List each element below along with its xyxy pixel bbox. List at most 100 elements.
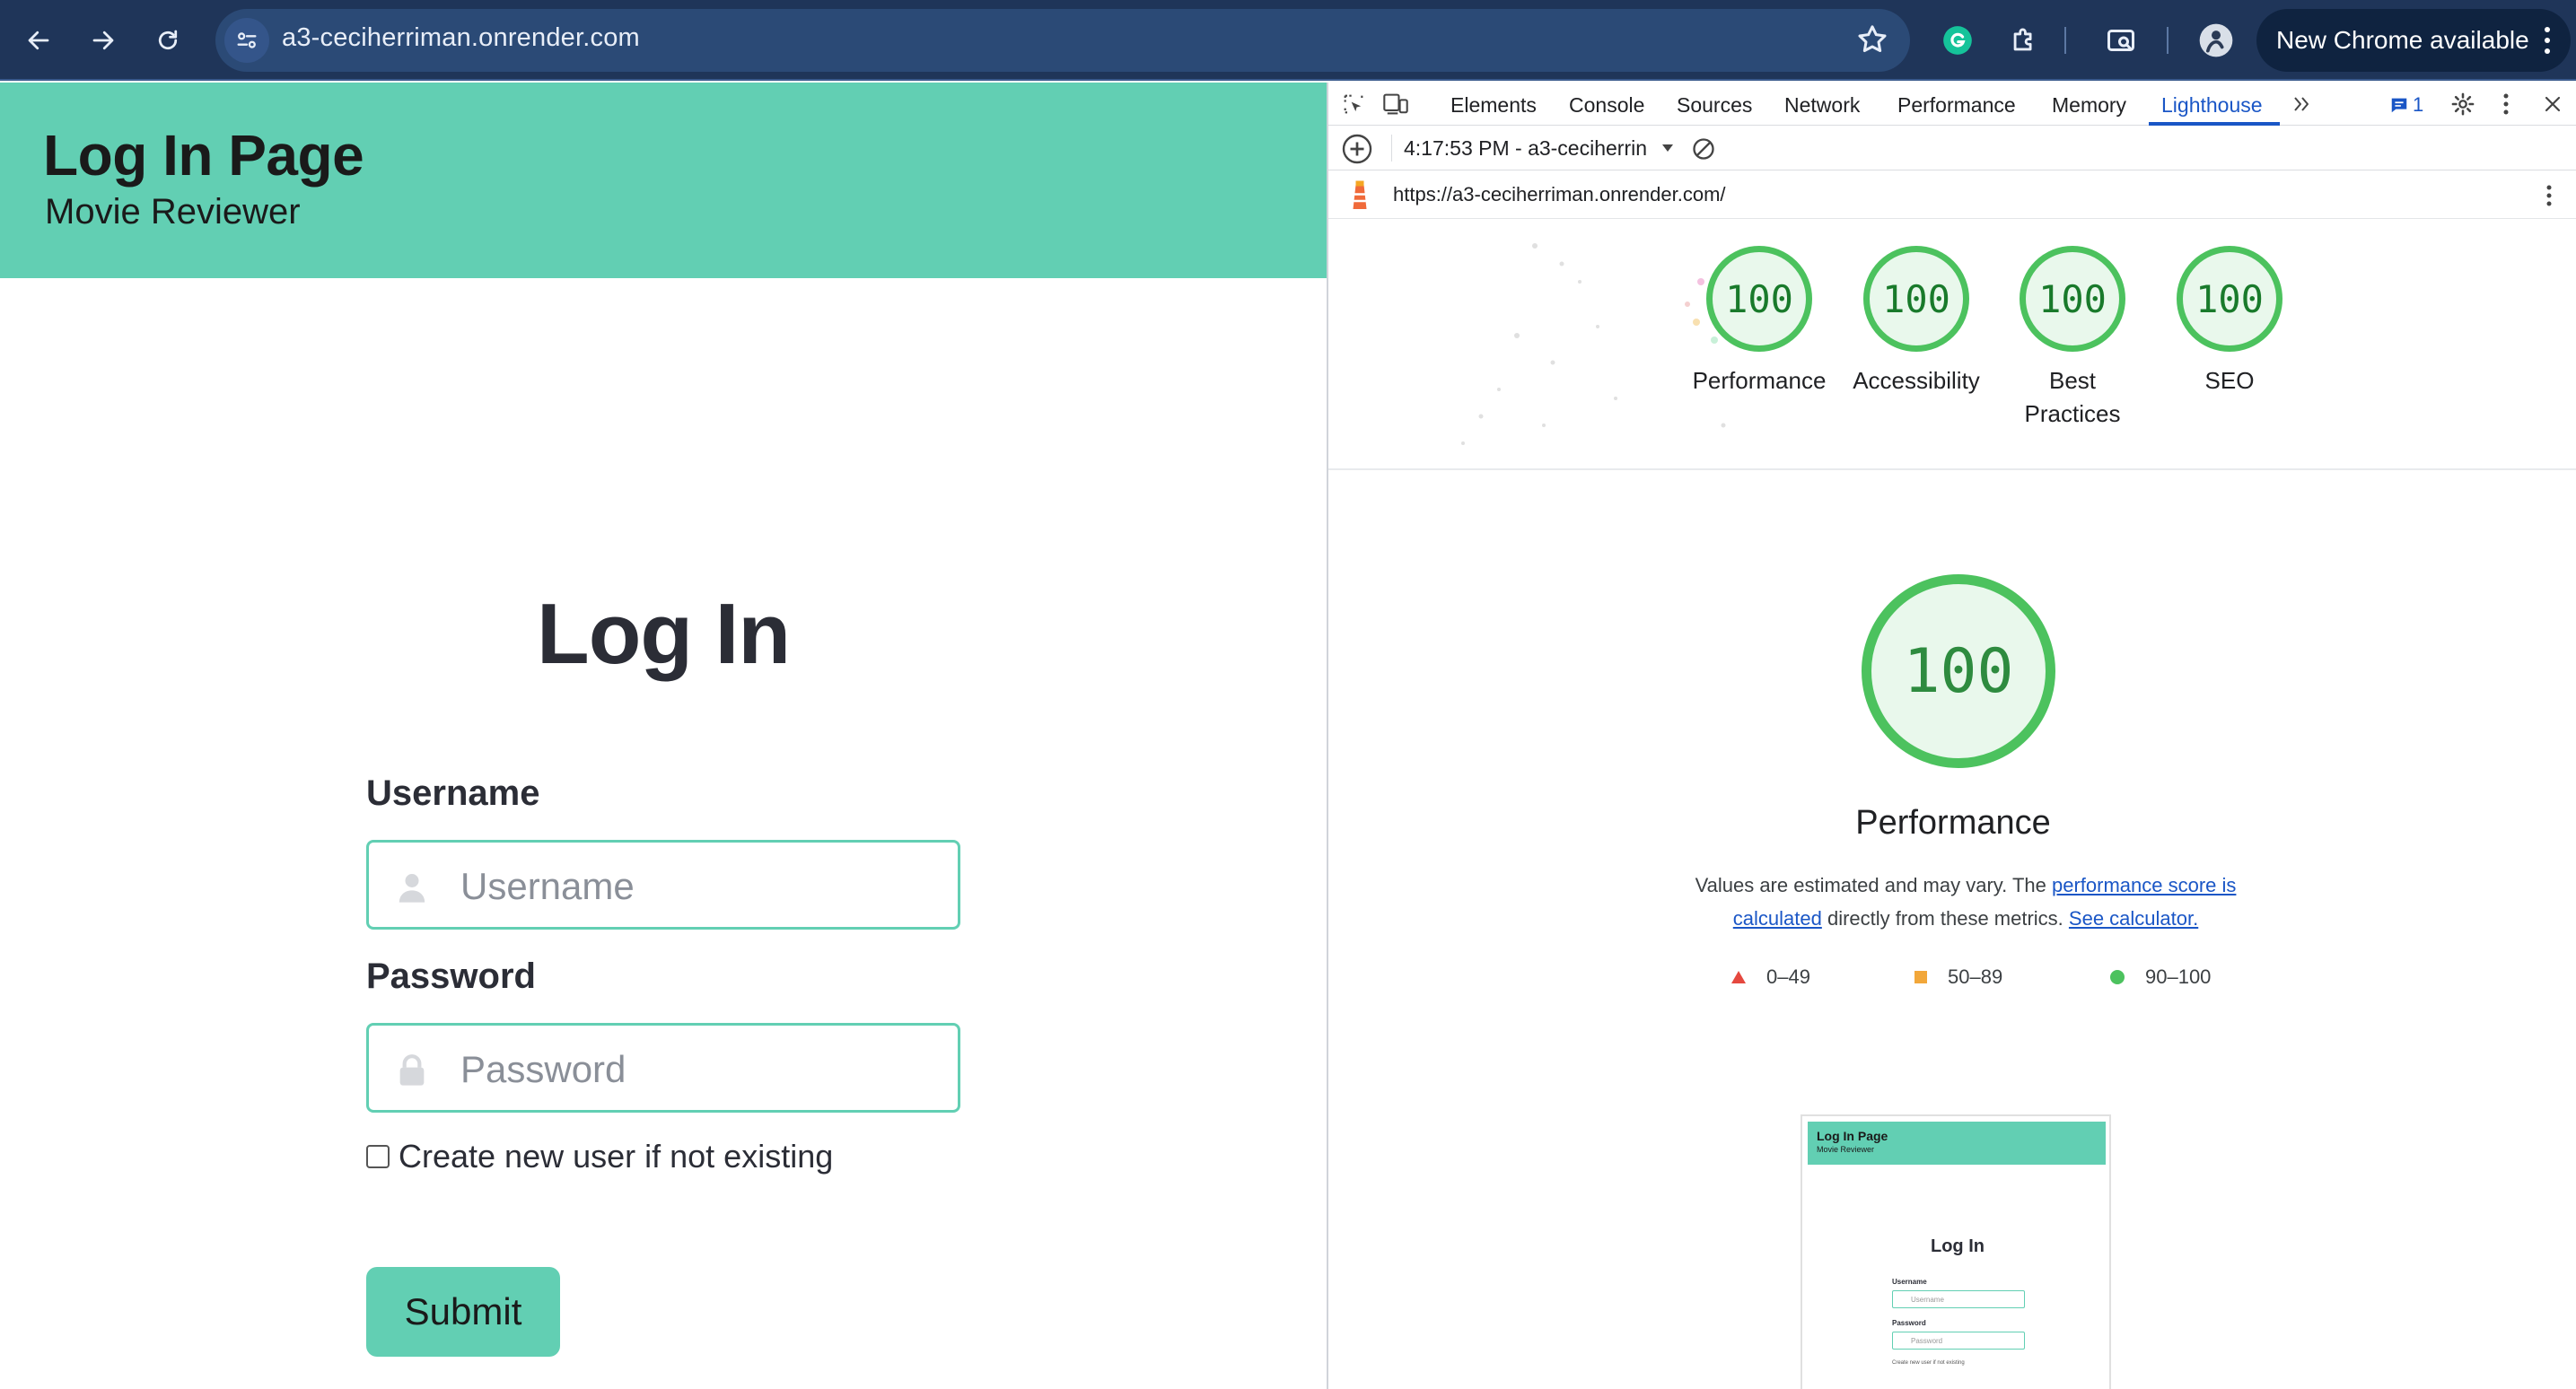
user-icon [394,869,430,905]
legend-pass-range: 90–100 [2145,965,2212,988]
tab-console[interactable]: Console [1569,93,1644,118]
clear-reports-icon[interactable] [1691,136,1716,162]
login-heading: Log In [537,586,791,682]
lighthouse-logo-icon [1346,179,1373,212]
performance-score-gauge[interactable]: 100 Performance [1678,246,1840,397]
report-selector[interactable]: 4:17:53 PM - a3-ceciherrin [1404,136,1647,161]
password-input[interactable]: Password [366,1023,960,1113]
create-user-checkbox-label[interactable]: Create new user if not existing [399,1138,833,1175]
lighthouse-toolbar: 4:17:53 PM - a3-ceciherrin [1328,126,2576,170]
legend-average-range: 50–89 [1948,965,2003,988]
tab-network[interactable]: Network [1784,93,1860,118]
thumbnail-checkbox-label: Create new user if not existing [1892,1360,1965,1366]
new-report-plus-icon[interactable] [1341,133,1373,165]
seo-score-label: SEO [2204,367,2255,394]
password-placeholder: Password [460,1048,626,1090]
profile-avatar-icon[interactable] [2195,20,2237,61]
thumbnail-password-field: Password [1892,1332,2025,1350]
toolbar-divider [1391,135,1392,162]
thumbnail-subtitle: Movie Reviewer [1817,1145,1875,1154]
performance-section-title: Performance [1855,804,2051,842]
url-text[interactable]: a3-ceciherriman.onrender.com [282,23,640,53]
page-subtitle: Movie Reviewer [45,192,301,232]
seo-score-gauge[interactable]: 100 SEO [2149,246,2310,397]
issues-counter[interactable]: 1 [2389,93,2423,117]
page-title: Log In Page [43,123,364,188]
description-middle: directly from these metrics. [1821,907,2069,930]
password-label: Password [366,957,536,996]
best-practices-score-gauge[interactable]: 100 Best Practices [2009,246,2136,431]
best-practices-score-label: Best Practices [2024,367,2121,427]
issues-count: 1 [2413,93,2424,116]
page-header: Log In Page Movie Reviewer [0,83,1327,278]
score-description: Values are estimated and may vary. The p… [1678,869,2253,935]
username-placeholder: Username [460,865,635,907]
red-triangle-icon [1730,970,1747,984]
new-chrome-label: New Chrome available [2276,26,2529,54]
back-arrow-icon[interactable] [18,20,59,61]
close-devtools-icon[interactable] [2542,93,2563,115]
username-label: Username [366,773,540,813]
toolbar-divider [2167,27,2169,54]
web-page-viewport: Log In Page Movie Reviewer Log In Userna… [0,83,1327,1389]
tab-search-icon[interactable] [2100,20,2142,61]
browser-toolbar: a3-ceciherriman.onrender.com New Chrome … [0,0,2576,81]
accessibility-score-label: Accessibility [1853,367,1980,394]
performance-score-value: 100 [1706,246,1812,352]
report-url-bar: https://a3-ceciherriman.onrender.com/ [1328,170,2576,219]
thumbnail-login-heading: Log In [1931,1236,1985,1256]
report-dropdown-arrow-icon[interactable] [1660,142,1675,154]
new-chrome-available-button[interactable]: New Chrome available [2256,9,2571,72]
issues-message-icon [2389,95,2409,115]
bookmark-star-icon[interactable] [1854,22,1890,57]
thumbnail-password-placeholder: Password [1911,1337,1943,1345]
lock-icon [394,1053,430,1088]
chrome-menu-icon[interactable] [2544,25,2551,56]
tab-elements[interactable]: Elements [1450,93,1537,118]
legend-fail-range: 0–49 [1766,965,1810,988]
seo-score-value: 100 [2177,246,2282,352]
grammarly-extension-icon[interactable] [1937,20,1978,61]
reload-icon[interactable] [147,20,188,61]
site-settings-icon[interactable] [224,18,269,63]
legend-fail: 0–49 [1730,965,1810,989]
thumbnail-username-field: Username [1892,1290,2025,1308]
tab-lighthouse[interactable]: Lighthouse [2161,93,2263,118]
tab-memory[interactable]: Memory [2052,93,2126,118]
extensions-puzzle-icon[interactable] [2003,20,2045,61]
devtools-panel: Elements Console Sources Network Perform… [1327,83,2576,1389]
legend-average: 50–89 [1914,965,2002,989]
description-prefix: Values are estimated and may vary. The [1695,874,2052,896]
devtools-tab-bar: Elements Console Sources Network Perform… [1328,83,2576,126]
see-calculator-link[interactable]: See calculator. [2069,907,2198,930]
thumbnail-username-placeholder: Username [1911,1296,1944,1304]
more-tabs-chevron-icon[interactable] [2291,93,2312,115]
tab-performance[interactable]: Performance [1897,93,2016,118]
page-screenshot-thumbnail: Log In Page Movie Reviewer Log In Userna… [1801,1114,2111,1389]
report-menu-icon[interactable] [2545,183,2553,208]
create-user-option[interactable]: Create new user if not existing [366,1138,833,1175]
inspect-element-icon[interactable] [1341,92,1366,117]
best-practices-score-value: 100 [2020,246,2125,352]
report-url[interactable]: https://a3-ceciherriman.onrender.com/ [1393,183,1726,206]
green-circle-icon [2109,969,2125,985]
score-gauges: 100 Performance 100 Accessibility 100 Be… [1328,219,2576,470]
forward-arrow-icon[interactable] [83,20,124,61]
performance-score-label: Performance [1692,367,1827,394]
devtools-menu-icon[interactable] [2502,92,2510,117]
accessibility-score-value: 100 [1863,246,1969,352]
thumbnail-title: Log In Page [1817,1129,1888,1143]
username-input[interactable]: Username [366,840,960,930]
create-user-checkbox[interactable] [366,1145,390,1168]
thumbnail-username-label: Username [1892,1278,1927,1286]
toolbar-divider [2064,27,2066,54]
address-bar[interactable]: a3-ceciherriman.onrender.com [215,9,1910,72]
thumbnail-password-label: Password [1892,1319,1926,1327]
devtools-settings-gear-icon[interactable] [2450,92,2475,117]
tab-sources[interactable]: Sources [1677,93,1752,118]
performance-main-gauge: 100 [1862,574,2055,768]
orange-square-icon [1914,970,1928,984]
submit-button[interactable]: Submit [366,1267,560,1357]
accessibility-score-gauge[interactable]: 100 Accessibility [1836,246,1997,397]
device-toolbar-icon[interactable] [1382,92,1409,117]
